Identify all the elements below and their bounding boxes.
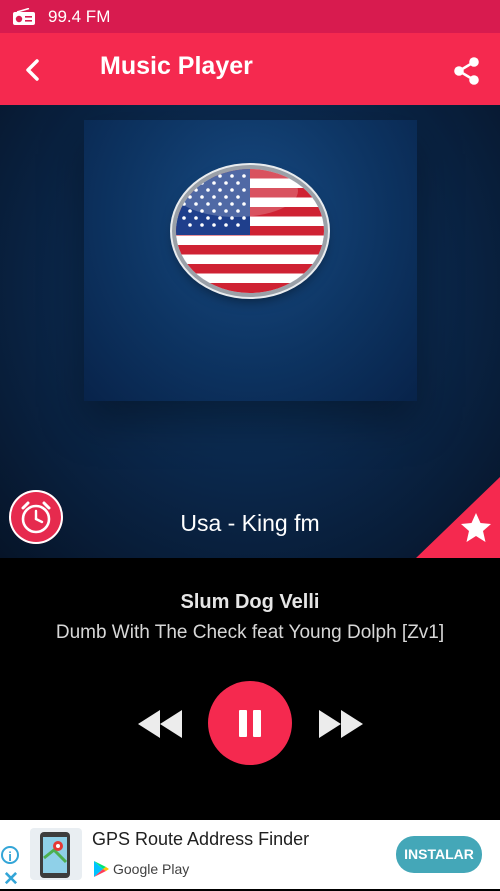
play-pause-button[interactable]: [208, 681, 292, 765]
app-bar: Music Player: [0, 33, 500, 105]
back-arrow-icon[interactable]: [18, 55, 48, 85]
ad-banner[interactable]: i ✕ GPS Route Address Finder Google Play…: [0, 820, 500, 891]
close-icon[interactable]: ✕: [3, 868, 19, 891]
player-panel: Slum Dog Velli Dumb With The Check feat …: [0, 558, 500, 820]
info-icon[interactable]: i: [1, 846, 19, 864]
now-playing-hero: Usa - King fm: [0, 105, 500, 558]
share-icon[interactable]: [450, 55, 482, 87]
google-play-icon: [94, 861, 109, 877]
favorite-button[interactable]: [416, 477, 500, 558]
page-title: Music Player: [100, 52, 253, 80]
fast-forward-icon[interactable]: [317, 708, 363, 740]
ad-title: GPS Route Address Finder: [92, 829, 310, 849]
track-title: Dumb With The Check feat Young Dolph [Zv…: [55, 622, 445, 643]
ad-app-icon: [30, 828, 82, 880]
pause-icon: [239, 710, 247, 737]
station-artwork: [84, 120, 417, 401]
track-artist: Slum Dog Velli: [180, 591, 320, 613]
status-bar: 99.4 FM: [0, 0, 500, 33]
pause-icon: [253, 710, 261, 737]
status-station-frequency: 99.4 FM: [48, 6, 111, 26]
install-button[interactable]: INSTALAR: [396, 836, 482, 873]
rewind-icon[interactable]: [138, 708, 184, 740]
radio-icon: [13, 7, 35, 25]
ad-store-label: Google Play: [113, 861, 190, 877]
usa-flag-icon: [176, 169, 324, 293]
